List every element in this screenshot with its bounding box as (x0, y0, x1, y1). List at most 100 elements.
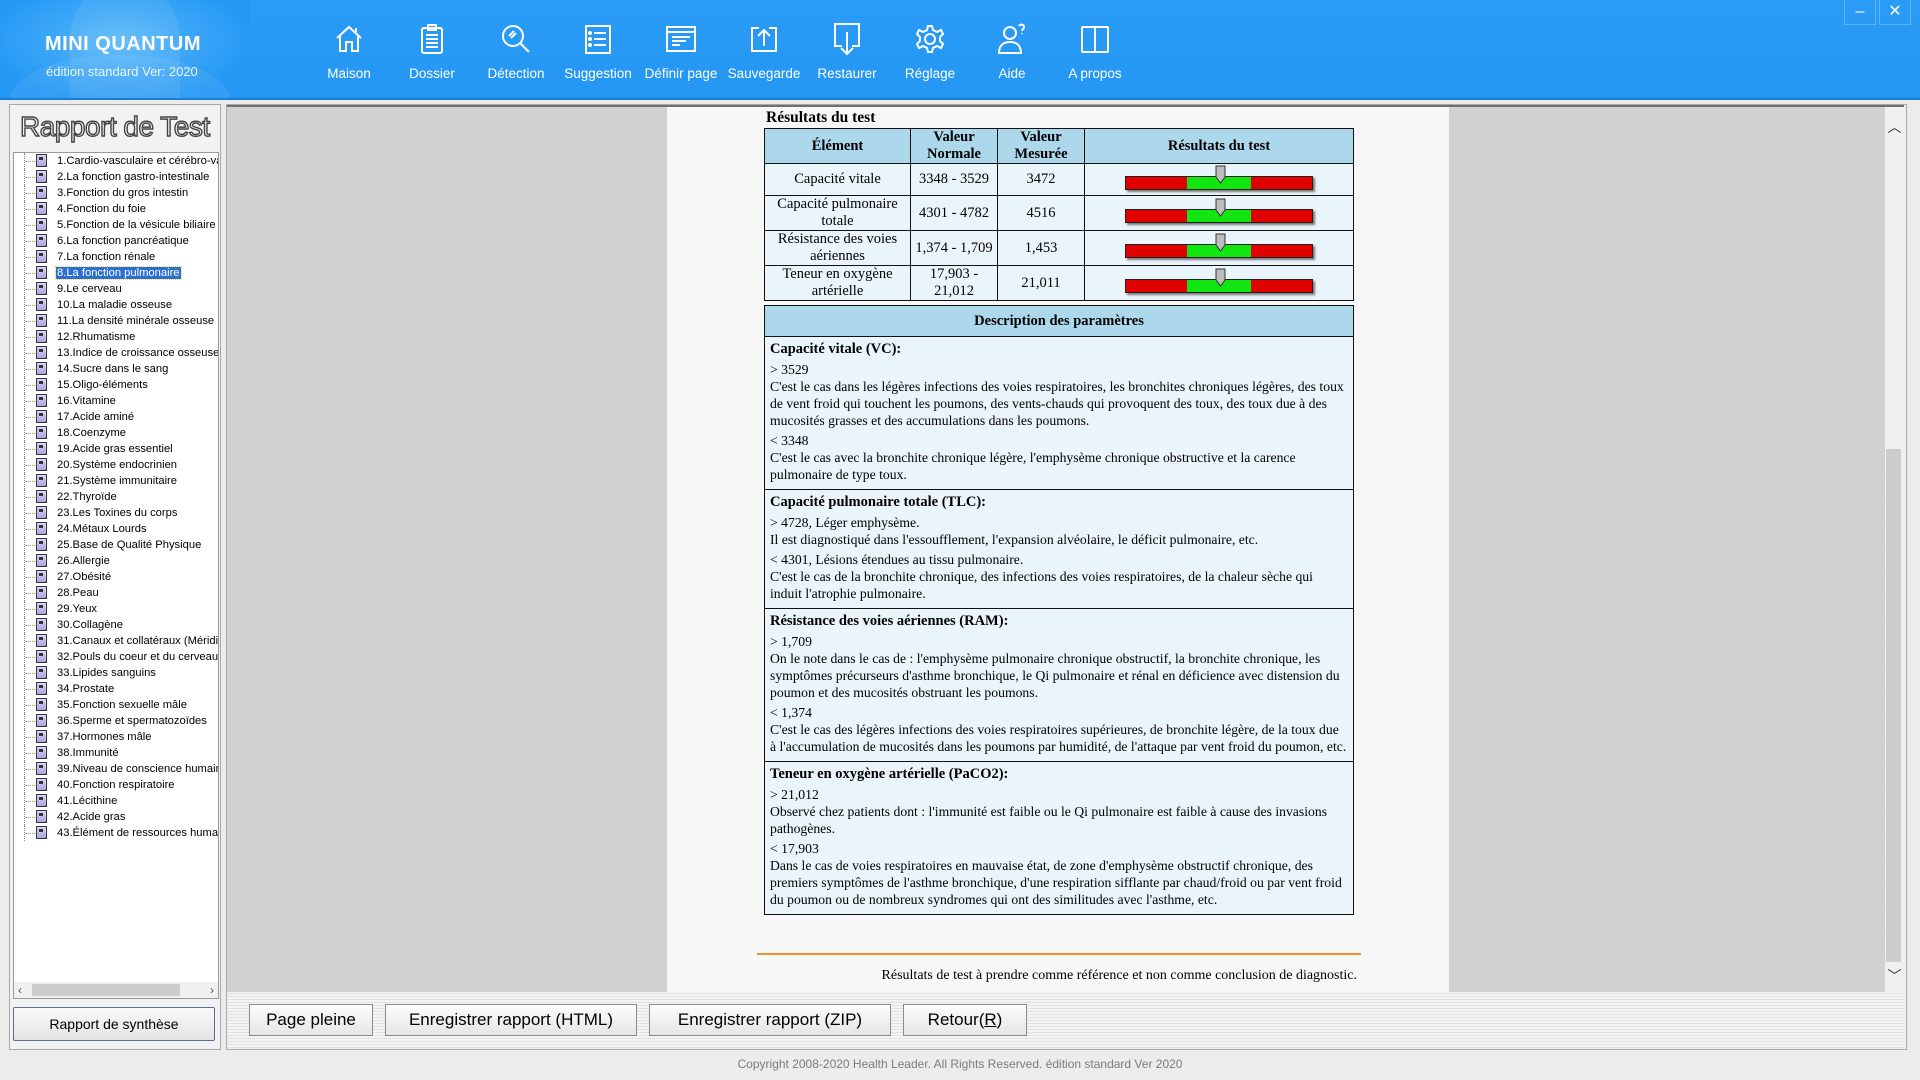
nav-detection[interactable]: Détection (474, 22, 558, 88)
tree-item[interactable]: 4.Fonction du foie (14, 201, 218, 217)
tree-item[interactable]: 26.Allergie (14, 553, 218, 569)
scrollbar-thumb[interactable] (32, 984, 180, 996)
help-user-icon (997, 23, 1026, 54)
document-icon (36, 554, 47, 567)
tree-item[interactable]: 39.Niveau de conscience humaine (14, 761, 218, 777)
tree-item[interactable]: 27.Obésité (14, 569, 218, 585)
tree-item[interactable]: 5.Fonction de la vésicule biliaire (14, 217, 218, 233)
tree-item[interactable]: 28.Peau (14, 585, 218, 601)
gauge-pointer-icon (1215, 198, 1226, 217)
nav-dossier[interactable]: Dossier (390, 22, 474, 88)
report-vertical-scrollbar[interactable]: ︿ ﹀ (1885, 107, 1904, 992)
nav-maison[interactable]: Maison (307, 22, 391, 88)
tree-item-label: 42.Acide gras (57, 811, 126, 823)
nav-a-propos[interactable]: A propos (1053, 22, 1137, 88)
nav-suggestion[interactable]: Suggestion (556, 22, 640, 88)
high-threshold: > 3529 (770, 362, 809, 377)
disclaimer-text: Résultats de test à prendre comme référe… (881, 968, 1357, 983)
tree-item-label: 14.Sucre dans le sang (57, 363, 169, 375)
tree-item[interactable]: 16.Vitamine (14, 393, 218, 409)
nav-restaurer[interactable]: Restaurer (805, 22, 889, 88)
tree-item[interactable]: 19.Acide gras essentiel (14, 441, 218, 457)
scroll-down-icon[interactable]: ﹀ (1885, 966, 1904, 986)
tree-item[interactable]: 1.Cardio-vasculaire et cérébro-vasculair… (14, 153, 218, 169)
tree-item[interactable]: 15.Oligo-éléments (14, 377, 218, 393)
tree-item[interactable]: 33.Lipides sanguins (14, 665, 218, 681)
full-page-button[interactable]: Page pleine (249, 1004, 373, 1036)
tree-item[interactable]: 3.Fonction du gros intestin (14, 185, 218, 201)
tree-item[interactable]: 11.La densité minérale osseuse (14, 313, 218, 329)
tree-item[interactable]: 29.Yeux (14, 601, 218, 617)
tree-item[interactable]: 6.La fonction pancréatique (14, 233, 218, 249)
report-tree[interactable]: 1.Cardio-vasculaire et cérébro-vasculair… (13, 152, 219, 984)
tree-item[interactable]: 24.Métaux Lourds (14, 521, 218, 537)
tree-item-label: 30.Collagène (57, 619, 123, 631)
back-button[interactable]: Retour(R) (903, 1004, 1027, 1036)
tree-item-label: 18.Coenzyme (57, 427, 127, 439)
document-icon (36, 778, 47, 791)
tree-item[interactable]: 41.Lécithine (14, 793, 218, 809)
tree-item[interactable]: 40.Fonction respiratoire (14, 777, 218, 793)
summary-report-button[interactable]: Rapport de synthèse (13, 1007, 215, 1041)
results-header-row: Élément Valeur Normale Valeur Mesurée Ré… (764, 128, 1354, 164)
tree-item[interactable]: 9.Le cerveau (14, 281, 218, 297)
document-icon (36, 362, 47, 375)
tree-item[interactable]: 35.Fonction sexuelle mâle (14, 697, 218, 713)
scroll-up-icon[interactable]: ︿ (1885, 117, 1904, 137)
minimize-button[interactable]: – (1844, 0, 1876, 25)
tree-item[interactable]: 2.La fonction gastro-intestinale (14, 169, 218, 185)
measured-value-cell: 3472 (997, 163, 1085, 196)
scroll-right-icon[interactable]: › (210, 982, 214, 998)
scroll-left-icon[interactable]: ‹ (18, 982, 22, 998)
tree-item[interactable]: 42.Acide gras (14, 809, 218, 825)
download-icon (834, 23, 860, 56)
tree-item-label: 43.Élément de ressources humaines (57, 827, 219, 839)
tree-item[interactable]: 12.Rhumatisme (14, 329, 218, 345)
back-shortcut-key: R (984, 1010, 997, 1029)
tree-item[interactable]: 31.Canaux et collatéraux (Méridiens) (14, 633, 218, 649)
report-actions-bar: Page pleine Enregistrer rapport (HTML) E… (227, 992, 1904, 1048)
scrollbar-thumb[interactable] (1886, 449, 1901, 962)
tree-item-label: 36.Sperme et spermatozoïdes (57, 715, 207, 727)
tree-item[interactable]: 10.La maladie osseuse (14, 297, 218, 313)
parameter-title: Capacité pulmonaire totale (TLC): (770, 494, 986, 510)
description-row: Capacité pulmonaire totale (TLC): > 4728,… (764, 489, 1354, 609)
tree-item[interactable]: 20.Système endocrinien (14, 457, 218, 473)
tree-item[interactable]: 43.Élément de ressources humaines (14, 825, 218, 841)
magnifier-icon (502, 25, 530, 53)
tree-item[interactable]: 32.Pouls du coeur et du cerveau (14, 649, 218, 665)
tree-item-label: 39.Niveau de conscience humaine (57, 763, 219, 775)
tree-item[interactable]: 14.Sucre dans le sang (14, 361, 218, 377)
tree-item-label: 28.Peau (57, 587, 99, 599)
tree-item[interactable]: 30.Collagène (14, 617, 218, 633)
tree-item[interactable]: 38.Immunité (14, 745, 218, 761)
save-zip-button[interactable]: Enregistrer rapport (ZIP) (649, 1004, 891, 1036)
gauge-pointer-icon (1215, 233, 1226, 252)
nav-aide[interactable]: Aide (970, 22, 1054, 88)
tree-item[interactable]: 22.Thyroïde (14, 489, 218, 505)
tree-item[interactable]: 13.Indice de croissance osseuse (14, 345, 218, 361)
tree-item[interactable]: 21.Système immunitaire (14, 473, 218, 489)
document-icon (36, 218, 47, 231)
nav-reglage[interactable]: Réglage (888, 22, 972, 88)
tree-item[interactable]: 34.Prostate (14, 681, 218, 697)
close-button[interactable]: ✕ (1879, 0, 1911, 25)
high-threshold: > 1,709 (770, 634, 812, 649)
tree-item[interactable]: 7.La fonction rénale (14, 249, 218, 265)
tree-item[interactable]: 18.Coenzyme (14, 425, 218, 441)
tree-item-label: 12.Rhumatisme (57, 331, 136, 343)
document-icon (36, 666, 47, 679)
tree-item[interactable]: 17.Acide aminé (14, 409, 218, 425)
save-html-button[interactable]: Enregistrer rapport (HTML) (385, 1004, 637, 1036)
tree-item[interactable]: 36.Sperme et spermatozoïdes (14, 713, 218, 729)
tree-horizontal-scrollbar[interactable]: ‹ › (13, 982, 219, 999)
nav-sauvegarde[interactable]: Sauvegarde (722, 22, 806, 88)
tree-item[interactable]: 8.La fonction pulmonaire (14, 265, 218, 281)
tree-item[interactable]: 23.Les Toxines du corps (14, 505, 218, 521)
tree-item[interactable]: 37.Hormones mâle (14, 729, 218, 745)
tree-item[interactable]: 25.Base de Qualité Physique (14, 537, 218, 553)
document-icon (36, 570, 47, 583)
document-icon (36, 650, 47, 663)
nav-definir-page[interactable]: Définir page (639, 22, 723, 88)
element-cell: Résistance des voies aériennes (764, 230, 911, 266)
